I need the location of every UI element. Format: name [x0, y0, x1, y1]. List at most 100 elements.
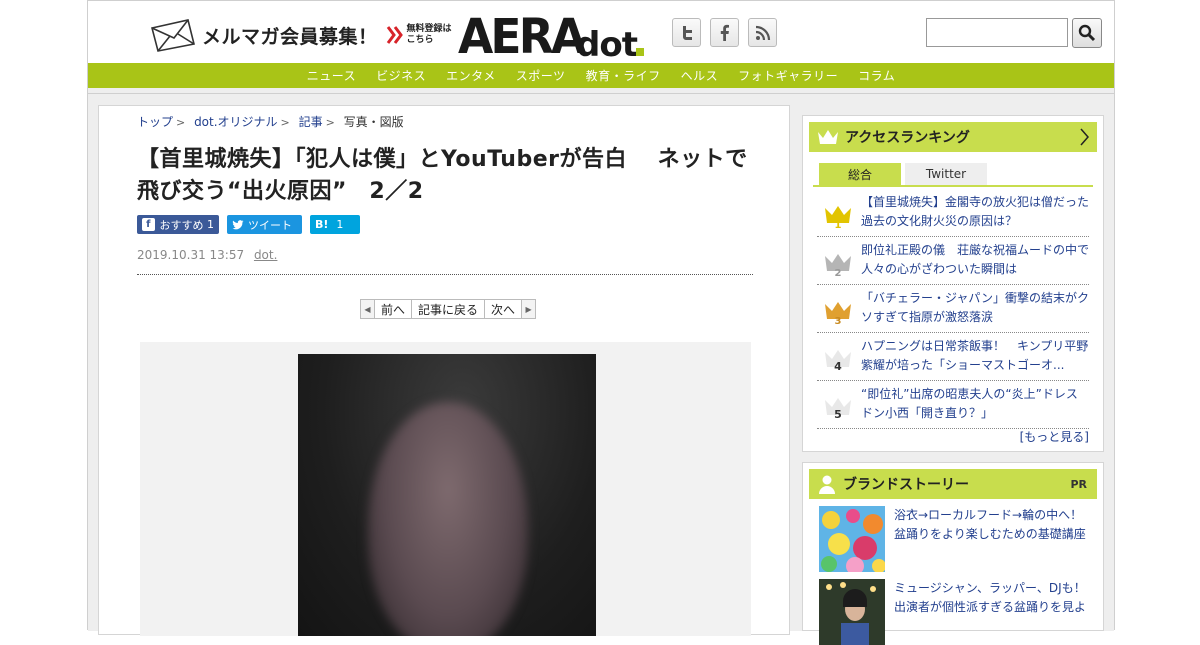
facebook-label: おすすめ — [159, 218, 204, 232]
ranking-item[interactable]: 2 即位礼正殿の儀 荘厳な祝福ムードの中で人々の心がざわついた瞬間は — [817, 237, 1089, 285]
site-container: メルマガ会員募集！ 無料登録はこちら AERA dot ニュース ビジネス エン… — [87, 0, 1115, 645]
brand-header: ブランドストーリー PR — [809, 469, 1097, 499]
article: トップ > dot.オリジナル > 記事 > 写真・図版 【首里城焼失】「犯人は僕」と… — [98, 105, 790, 636]
festival-photo — [819, 506, 885, 572]
article-title: 【首里城焼失】「犯人は僕」とYouTuberが告白 ネットで飛び交う“出火原因”… — [137, 147, 748, 204]
hatena-label: B! — [315, 218, 329, 231]
nav-item-photo-gallery[interactable]: フォトギャラリー — [728, 67, 848, 84]
breadcrumb-top[interactable]: トップ — [137, 115, 173, 129]
twitter-link[interactable] — [672, 18, 701, 47]
rank-number: 1 — [835, 220, 842, 229]
ranking-title: アクセスランキング — [845, 130, 970, 146]
brand-story-item[interactable]: 浴衣→ローカルフード→輪の中へ！盆踊りをより楽しむための基礎講座 — [819, 506, 1091, 572]
next-button[interactable]: 次へ — [484, 300, 521, 318]
rank-number: 2 — [835, 268, 842, 277]
tweet-label: ツイート — [248, 218, 292, 232]
svg-text:AERA: AERA — [458, 10, 586, 60]
more-link[interactable]: [もっと見る] — [1020, 428, 1089, 445]
nav-item-news[interactable]: ニュース — [297, 67, 366, 84]
search-button[interactable] — [1072, 18, 1102, 48]
mailmag-subtitle: 無料登録はこちら — [406, 24, 452, 45]
ranking-link[interactable]: ハプニングは日常茶飯事！ キンプリ平野紫耀が培った「ショーマストゴーオ... — [861, 337, 1091, 377]
brand-title: ブランドストーリー — [843, 477, 969, 493]
rank-number: 3 — [835, 316, 842, 325]
search-input[interactable] — [926, 18, 1068, 47]
double-chevron-icon — [386, 26, 403, 44]
tweet-button[interactable]: ツイート — [227, 215, 302, 234]
back-to-article-button[interactable]: 記事に戻る — [411, 300, 484, 318]
crown-icon — [818, 130, 838, 144]
mailmag-title: メルマガ会員募集！ — [202, 25, 378, 48]
global-nav: ニュース ビジネス エンタメ スポーツ 教育・ライフ ヘルス フォトギャラリー … — [88, 63, 1114, 88]
chevron-right-icon: > — [280, 116, 290, 129]
ranking-link[interactable]: 「バチェラー・ジャパン」衝撃の結末がクソすぎて指原が激怒落涙 — [861, 289, 1091, 329]
mailmag-banner[interactable]: メルマガ会員募集！ 無料登録はこちら — [148, 17, 453, 53]
tab-twitter[interactable]: Twitter — [905, 163, 987, 185]
triangle-right-icon[interactable]: ▶ — [521, 300, 536, 318]
chevron-right-icon — [1080, 128, 1089, 146]
facebook-link[interactable] — [710, 18, 739, 47]
source-link[interactable]: dot. — [254, 248, 277, 262]
nav-item-sports[interactable]: スポーツ — [506, 67, 576, 84]
facebook-icon: f — [142, 218, 155, 231]
ranking-link[interactable]: “即位礼”出席の昭恵夫人の“炎上”ドレス ドン小西「開き直り？」 — [861, 385, 1091, 425]
ranking-tabs: 総合 Twitter — [819, 163, 991, 185]
gold-crown-icon: 1 — [825, 206, 851, 229]
nav-item-business[interactable]: ビジネス — [366, 67, 436, 84]
aera-dot-logo[interactable]: AERA dot — [458, 8, 650, 60]
prev-button[interactable]: 前へ — [374, 300, 411, 318]
brand-story-link[interactable]: ミュージシャン、ラッパー、DJも！出演者が個性派すぎる盆踊りを見よ — [894, 579, 1094, 617]
chevron-right-icon: > — [176, 116, 186, 129]
share-buttons: f おすすめ 1 ツイート B! 1 — [137, 215, 360, 234]
ranking-header[interactable]: アクセスランキング — [809, 122, 1097, 152]
ranking-item[interactable]: 1 【首里城焼失】金閣寺の放火犯は僧だった 過去の文化財火災の原因は？ — [817, 189, 1091, 237]
twitter-bird-icon — [232, 219, 244, 229]
main-area: トップ > dot.オリジナル > 記事 > 写真・図版 【首里城焼失】「犯人は僕」と… — [88, 93, 1114, 645]
ranking-item[interactable]: 3 「バチェラー・ジャパン」衝撃の結末がクソすぎて指原が激怒落涙 — [817, 285, 1089, 333]
photo-frame — [140, 342, 751, 636]
nav-item-education-life[interactable]: 教育・ライフ — [576, 67, 671, 84]
silver-crown-icon: 2 — [825, 254, 851, 277]
blurred-face — [368, 402, 528, 636]
facebook-count: 1 — [207, 218, 214, 231]
rss-link[interactable] — [748, 18, 777, 47]
nav-item-entertainment[interactable]: エンタメ — [436, 67, 506, 84]
ranking-link[interactable]: 【首里城焼失】金閣寺の放火犯は僧だった 過去の文化財火災の原因は？ — [861, 193, 1091, 233]
breadcrumb: トップ > dot.オリジナル > 記事 > 写真・図版 — [137, 113, 404, 130]
breadcrumb-dot-original[interactable]: dot.オリジナル — [194, 115, 277, 129]
brand-story-link[interactable]: 浴衣→ローカルフード→輪の中へ！盆踊りをより楽しむための基礎講座 — [894, 506, 1094, 544]
ranking-item[interactable]: 4 ハプニングは日常茶飯事！ キンプリ平野紫耀が培った「ショーマストゴーオ... — [817, 333, 1089, 381]
rank-number: 4 — [834, 360, 842, 373]
hatena-bookmark-button[interactable]: B! 1 — [310, 215, 360, 234]
photo-pager: ◀ 前へ 記事に戻る 次へ ▶ — [360, 299, 537, 319]
pr-badge: PR — [1070, 477, 1087, 491]
access-ranking: アクセスランキング 総合 Twitter 1 【首里城焼失】金閣寺の放火犯は僧だ… — [802, 115, 1104, 452]
tab-underline — [813, 185, 1093, 187]
bronze-crown-icon: 3 — [825, 302, 851, 325]
site-header: メルマガ会員募集！ 無料登録はこちら AERA dot — [88, 0, 1114, 64]
plain-crown-icon: 5 — [825, 398, 851, 421]
rss-icon — [755, 25, 770, 40]
search-icon — [1078, 24, 1096, 42]
brand-story-item[interactable]: ミュージシャン、ラッパー、DJも！出演者が個性派すぎる盆踊りを見よ — [819, 579, 1091, 645]
triangle-left-icon[interactable]: ◀ — [361, 300, 374, 318]
nav-item-health[interactable]: ヘルス — [671, 67, 729, 84]
plain-crown-icon: 4 — [825, 350, 851, 373]
chevron-right-icon: > — [325, 116, 335, 129]
breadcrumb-articles[interactable]: 記事 — [299, 115, 323, 129]
svg-text:dot: dot — [576, 25, 638, 60]
breadcrumb-current: 写真・図版 — [343, 115, 404, 129]
ranking-list: 1 【首里城焼失】金閣寺の放火犯は僧だった 過去の文化財火災の原因は？ 2 即位… — [817, 189, 1091, 429]
tab-overall[interactable]: 総合 — [819, 163, 901, 185]
facebook-recommend-button[interactable]: f おすすめ 1 — [137, 215, 219, 234]
nav-item-column[interactable]: コラム — [848, 67, 905, 84]
hatena-count: 1 — [336, 218, 344, 231]
ranking-item[interactable]: 5 “即位礼”出席の昭恵夫人の“炎上”ドレス ドン小西「開き直り？」 — [817, 381, 1091, 429]
twitter-icon — [682, 25, 692, 40]
facebook-icon — [720, 24, 729, 41]
rank-number: 5 — [834, 408, 842, 421]
divider — [137, 274, 753, 275]
publish-date: 2019.10.31 13:57 — [137, 248, 245, 262]
ranking-link[interactable]: 即位礼正殿の儀 荘厳な祝福ムードの中で人々の心がざわついた瞬間は — [861, 241, 1091, 281]
envelope-icon — [151, 19, 195, 52]
